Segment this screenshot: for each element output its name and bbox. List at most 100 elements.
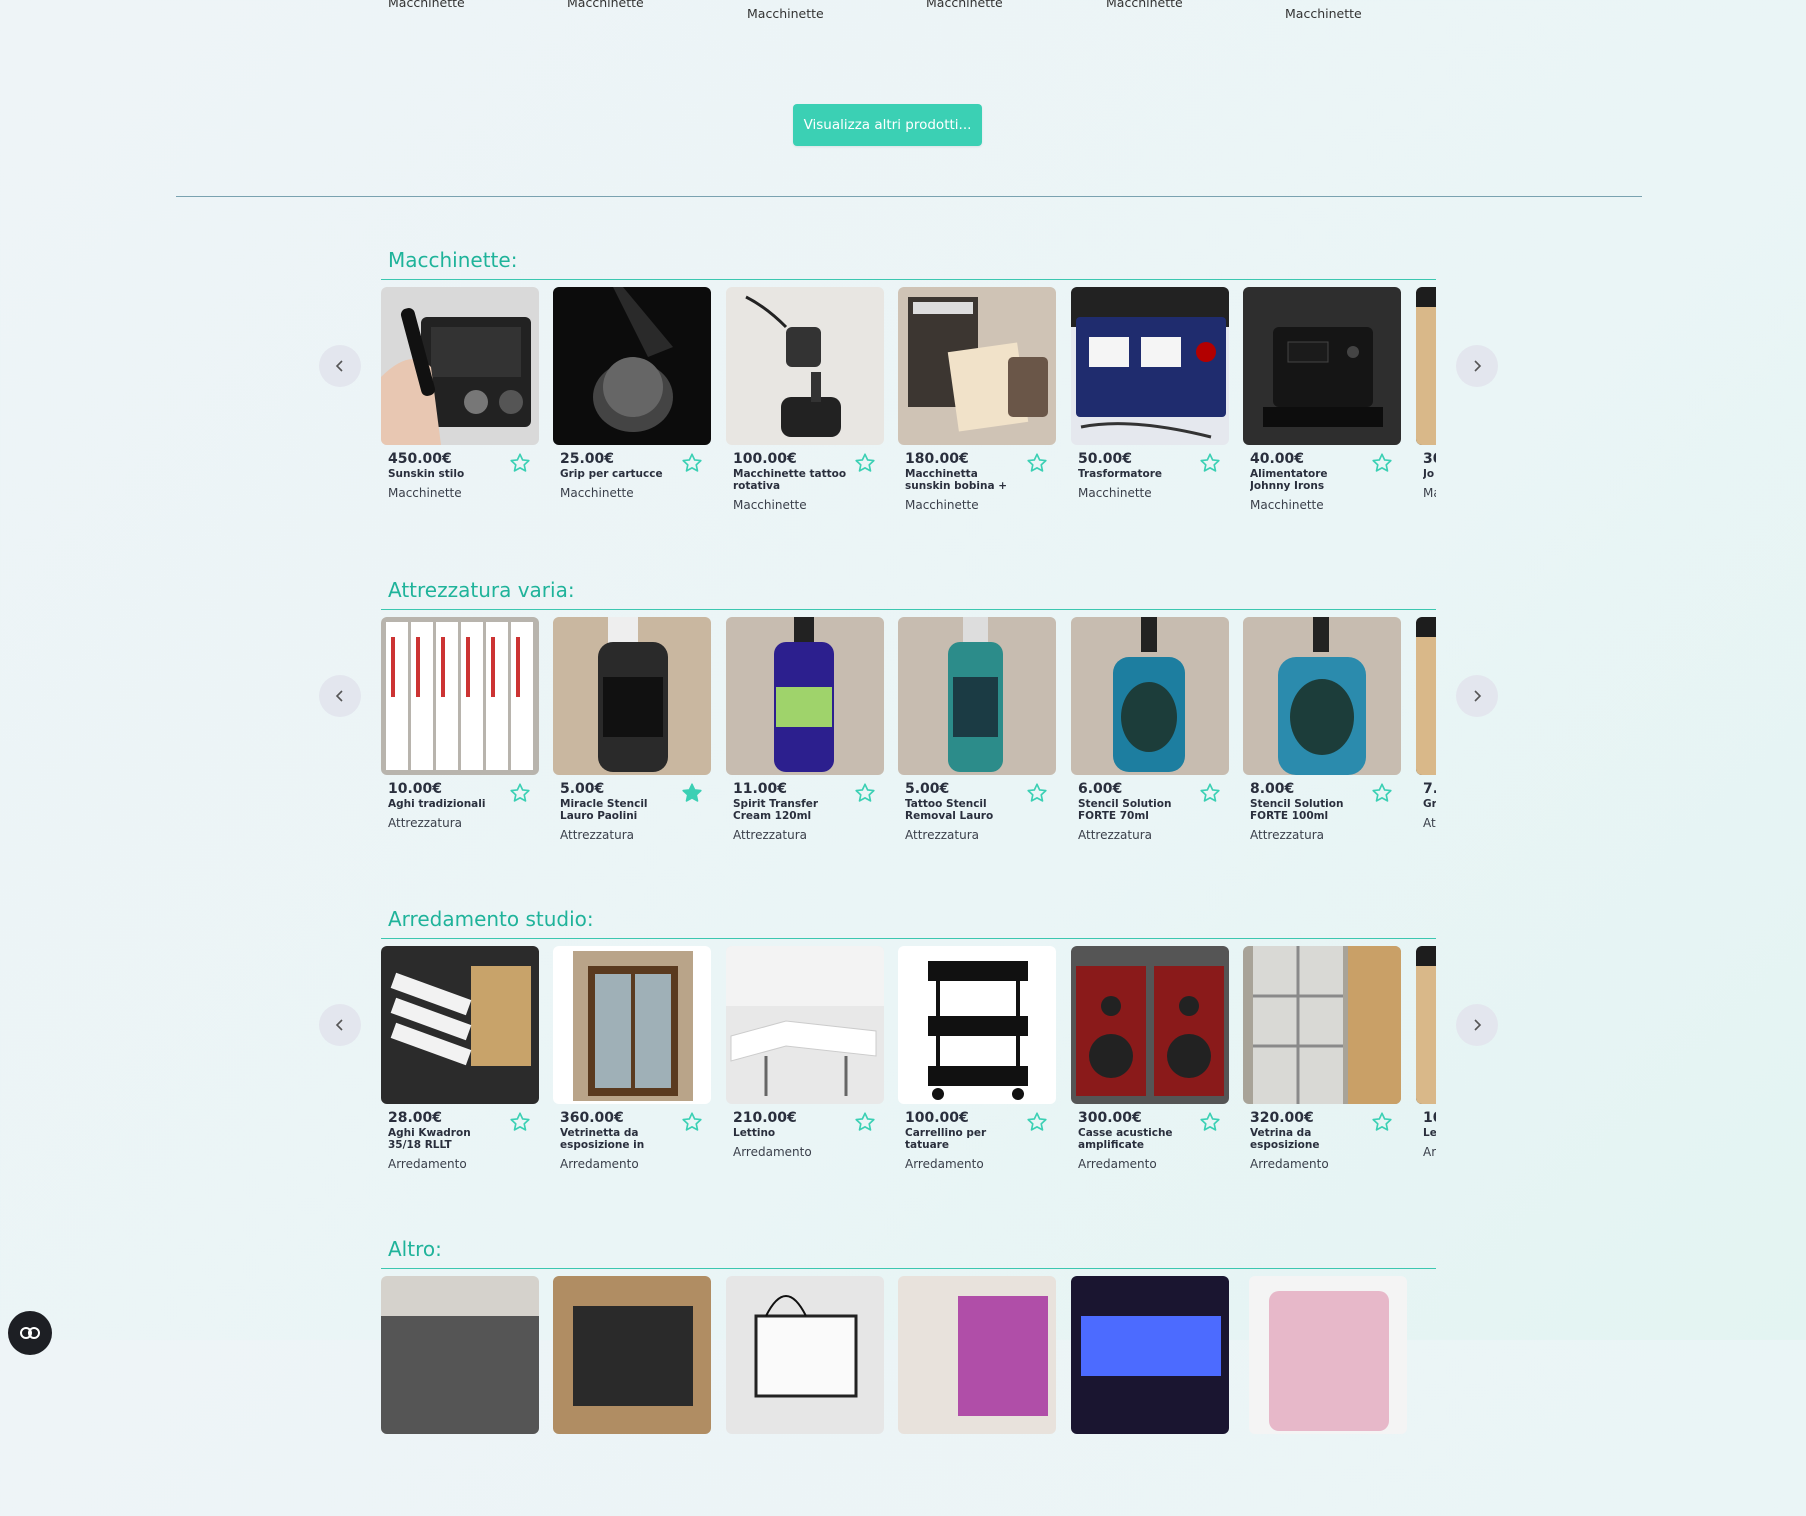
product-card[interactable]: 6.00€ Stencil Solution FORTE 70ml Attrezza… [1071,617,1229,857]
product-card[interactable]: 40.00€ Alimentatore Johnny Irons Macchinet… [1243,287,1401,527]
product-name[interactable]: Spirit Transfer Cream 120ml [733,798,851,822]
product-card[interactable]: 10Le Ar [1416,946,1436,1186]
product-card[interactable]: 28.00€ Aghi Kwadron 35/18 RLLT Arredamento [381,946,539,1186]
product-image[interactable] [898,617,1056,775]
product-image[interactable] [1243,617,1401,775]
product-image[interactable] [381,1276,539,1434]
show-more-products-button[interactable]: Visualizza altri prodotti... [793,104,982,146]
product-image[interactable] [726,617,884,775]
product-image[interactable] [381,946,539,1104]
product-card[interactable]: 7.0Gr Pa At [1416,617,1436,857]
product-card[interactable]: 320.00€ Vetrina da esposizione Arredamento [1243,946,1401,1186]
product-card[interactable] [1249,1276,1407,1516]
product-name[interactable]: Tattoo Stencil Removal Lauro [905,798,1023,822]
product-image[interactable] [898,946,1056,1104]
product-image[interactable] [1416,287,1436,445]
favorite-star-icon[interactable] [1199,452,1221,474]
product-card[interactable]: 30Jo Ma [1416,287,1436,527]
product-image[interactable] [553,1276,711,1434]
product-image[interactable] [553,946,711,1104]
product-name[interactable]: Gr Pa [1423,798,1436,810]
product-card[interactable] [726,1276,884,1516]
product-name[interactable]: Trasformatore [1078,468,1196,480]
chat-widget-button[interactable] [8,1311,52,1355]
product-name[interactable]: Casse acustiche amplificate [1078,1127,1196,1151]
favorite-star-icon[interactable] [1199,782,1221,804]
product-card[interactable]: 11.00€ Spirit Transfer Cream 120ml Attrezz… [726,617,884,857]
favorite-star-icon[interactable] [1199,1111,1221,1133]
product-name[interactable]: Stencil Solution FORTE 70ml [1078,798,1196,822]
product-name[interactable]: Vetrina da esposizione [1250,1127,1368,1151]
product-card[interactable]: 360.00€ Vetrinetta da esposizione in Arred… [553,946,711,1186]
product-image[interactable] [1416,946,1436,1104]
product-name[interactable]: Miracle Stencil Lauro Paolini [560,798,678,822]
product-name[interactable]: Aghi tradizionali [388,798,506,810]
favorite-star-icon[interactable] [854,782,876,804]
favorite-star-icon[interactable] [1371,1111,1393,1133]
product-image[interactable] [1071,1276,1229,1434]
product-card[interactable]: 5.00€ Miracle Stencil Lauro Paolini Attrez… [553,617,711,857]
favorite-star-filled-icon[interactable] [681,782,703,804]
product-name[interactable]: Macchinette tattoo rotativa [733,468,851,492]
product-card[interactable] [898,1276,1056,1516]
carousel-next-button[interactable] [1456,1004,1498,1046]
product-card[interactable] [381,1276,539,1516]
favorite-star-icon[interactable] [854,452,876,474]
product-name[interactable]: Alimentatore Johnny Irons [1250,468,1368,492]
product-card[interactable]: 180.00€ Macchinetta sunskin bobina + Macch… [898,287,1056,527]
product-image[interactable] [1071,617,1229,775]
product-image[interactable] [898,1276,1056,1434]
product-card[interactable]: 100.00€ Macchinette tattoo rotativa Macchi… [726,287,884,527]
product-image[interactable] [1243,287,1401,445]
product-name[interactable]: Le [1423,1127,1436,1139]
product-image[interactable] [1071,946,1229,1104]
product-image[interactable] [726,946,884,1104]
favorite-star-icon[interactable] [1026,452,1048,474]
product-name[interactable]: Aghi Kwadron 35/18 RLLT [388,1127,506,1151]
favorite-star-icon[interactable] [509,782,531,804]
carousel-next-button[interactable] [1456,345,1498,387]
product-name[interactable]: Carrellino per tatuare [905,1127,1023,1151]
product-card[interactable]: 100.00€ Carrellino per tatuare Arredamento [898,946,1056,1186]
favorite-star-icon[interactable] [1026,782,1048,804]
product-card[interactable] [1071,1276,1229,1516]
product-card[interactable]: 50.00€ Trasformatore Macchinette [1071,287,1229,527]
product-image[interactable] [1249,1276,1407,1434]
product-card[interactable]: 210.00€ Lettino Arredamento [726,946,884,1186]
favorite-star-icon[interactable] [854,1111,876,1133]
product-name[interactable]: Stencil Solution FORTE 100ml [1250,798,1368,822]
product-image[interactable] [1071,287,1229,445]
product-name[interactable]: Grip per cartucce [560,468,678,480]
product-image[interactable] [726,287,884,445]
carousel-prev-button[interactable] [319,345,361,387]
product-image[interactable] [726,1276,884,1434]
product-card[interactable] [553,1276,711,1516]
product-card[interactable]: 8.00€ Stencil Solution FORTE 100ml Attrezz… [1243,617,1401,857]
product-image[interactable] [898,287,1056,445]
product-card[interactable]: 450.00€ Sunskin stilo Macchinette [381,287,539,527]
product-card[interactable]: 5.00€ Tattoo Stencil Removal Lauro Attrezz… [898,617,1056,857]
product-name[interactable]: Lettino [733,1127,851,1139]
favorite-star-icon[interactable] [1371,452,1393,474]
product-card[interactable]: 10.00€ Aghi tradizionali Attrezzatura [381,617,539,857]
carousel-next-button[interactable] [1456,675,1498,717]
product-image[interactable] [381,617,539,775]
product-image[interactable] [381,287,539,445]
product-image[interactable] [1416,617,1436,775]
product-name[interactable]: Jo [1423,468,1436,480]
product-card[interactable]: 25.00€ Grip per cartucce Macchinette [553,287,711,527]
carousel-prev-button[interactable] [319,675,361,717]
carousel-prev-button[interactable] [319,1004,361,1046]
favorite-star-icon[interactable] [681,452,703,474]
product-name[interactable]: Sunskin stilo [388,468,506,480]
favorite-star-icon[interactable] [1026,1111,1048,1133]
favorite-star-icon[interactable] [681,1111,703,1133]
product-card[interactable]: 300.00€ Casse acustiche amplificate Arreda… [1071,946,1229,1186]
favorite-star-icon[interactable] [509,1111,531,1133]
product-name[interactable]: Macchinetta sunskin bobina + [905,468,1023,492]
product-image[interactable] [1243,946,1401,1104]
favorite-star-icon[interactable] [509,452,531,474]
product-name[interactable]: Vetrinetta da esposizione in [560,1127,678,1151]
favorite-star-icon[interactable] [1371,782,1393,804]
product-image[interactable] [553,617,711,775]
